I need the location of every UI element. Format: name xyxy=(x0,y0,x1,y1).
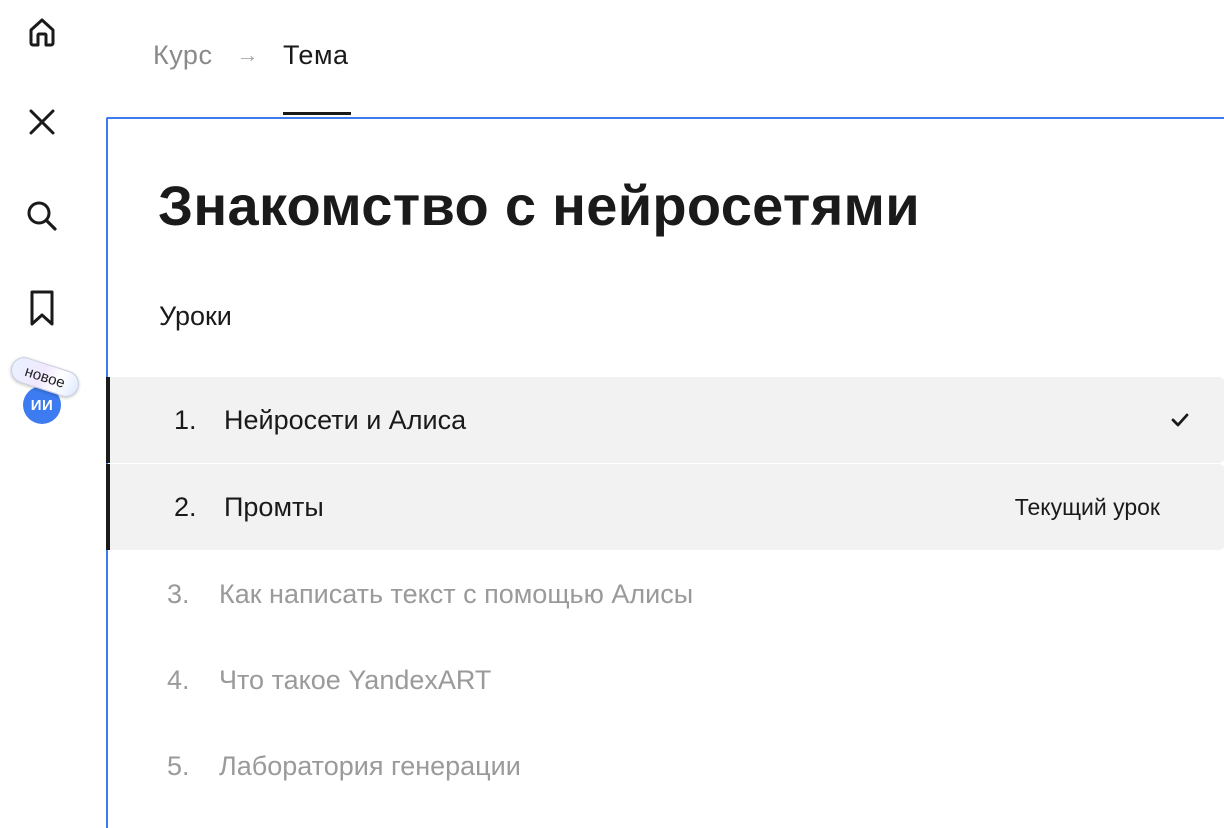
lesson-title: Что такое YandexART xyxy=(219,664,492,695)
lesson-item-2[interactable]: 2. Промты Текущий урок xyxy=(106,464,1224,550)
lesson-number: 5. xyxy=(167,750,190,781)
lesson-number: 3. xyxy=(167,578,190,609)
lesson-number: 1. xyxy=(174,404,197,435)
app-root: ИИ новое Курс → Тема Знакомство с нейрос… xyxy=(0,0,1224,828)
bookmark-icon xyxy=(30,290,54,326)
home-icon xyxy=(29,18,55,47)
close-icon xyxy=(29,109,55,135)
lesson-item-4[interactable]: 4. Что такое YandexART xyxy=(108,637,1224,723)
bookmarks-button[interactable] xyxy=(20,286,64,330)
topic-panel: Знакомство с нейросетями Уроки 1. Нейрос… xyxy=(106,117,1224,828)
lesson-title: Нейросети и Алиса xyxy=(224,404,467,435)
breadcrumb-topic[interactable]: Тема xyxy=(282,40,351,115)
page-title: Знакомство с нейросетями xyxy=(158,174,920,237)
breadcrumb-course[interactable]: Курс xyxy=(153,40,212,71)
ai-assistant-button[interactable]: ИИ новое xyxy=(7,352,88,432)
lessons-list: 1. Нейросети и Алиса 2. Промты Текущий у… xyxy=(106,377,1224,809)
arrow-right-icon: → xyxy=(236,42,259,67)
lesson-number: 2. xyxy=(174,491,197,522)
left-rail: ИИ новое xyxy=(0,0,84,828)
check-icon xyxy=(1171,413,1189,427)
lesson-title: Промты xyxy=(224,491,324,522)
lesson-item-1[interactable]: 1. Нейросети и Алиса xyxy=(106,377,1224,463)
close-button[interactable] xyxy=(20,100,64,144)
lesson-number: 4. xyxy=(167,664,190,695)
search-icon xyxy=(27,201,57,231)
lessons-heading: Уроки xyxy=(159,301,232,331)
lesson-item-3[interactable]: 3. Как написать текст с помощью Алисы xyxy=(108,551,1224,637)
home-button[interactable] xyxy=(20,10,64,54)
lesson-item-5[interactable]: 5. Лаборатория генерации xyxy=(108,723,1224,809)
search-button[interactable] xyxy=(20,194,64,238)
breadcrumb: Курс → Тема xyxy=(153,40,351,116)
current-lesson-badge: Текущий урок xyxy=(1014,493,1160,520)
lesson-title: Лаборатория генерации xyxy=(219,750,521,781)
lesson-title: Как написать текст с помощью Алисы xyxy=(219,578,694,609)
